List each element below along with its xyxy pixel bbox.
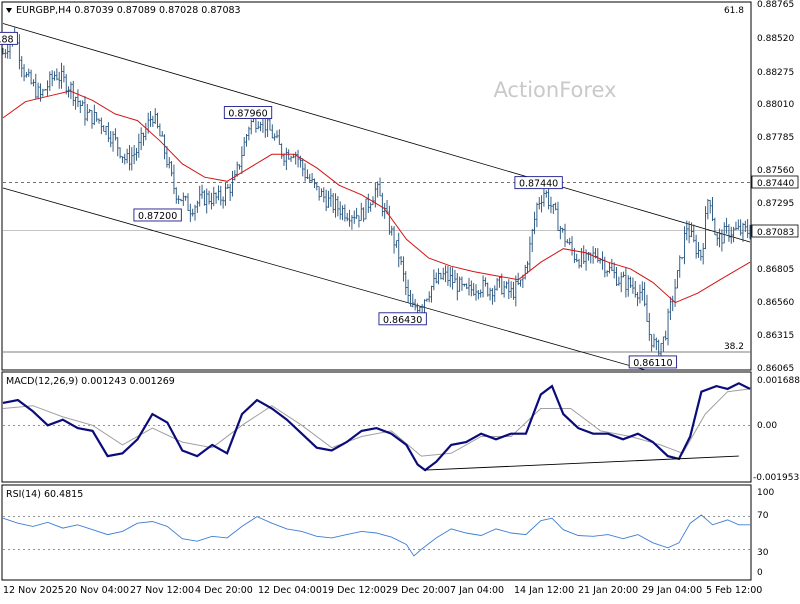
price-tick-4: 0.87785 [757,133,794,143]
price-label-0: 0.88 [0,34,14,45]
time-label-1: 20 Nov 04:00 [65,585,129,596]
time-label-2: 27 Nov 12:00 [130,585,194,596]
marked-level-value: 0.87440 [757,179,794,189]
fib-382-label: 38.2 [724,342,744,352]
price-label-1: 0.87960 [228,109,267,120]
macd-title: MACD(12,26,9) 0.001243 0.001269 [6,376,175,387]
time-label-5: 19 Dec 12:00 [322,585,386,596]
fib-618-label: 61.8 [724,6,744,16]
rsi-title: RSI(14) 60.4815 [6,489,83,500]
price-label-2: 0.87200 [138,211,177,222]
price-label-3: 0.86430 [383,315,422,326]
price-label-4: 0.87440 [519,179,558,190]
time-label-8: 14 Jan 12:00 [514,585,574,596]
time-label-7: 7 Jan 04:00 [450,585,504,596]
current-price-value: 0.87083 [757,228,794,238]
time-label-9: 21 Jan 20:00 [578,585,638,596]
price-tick-1: 0.88520 [757,34,794,44]
macd-tick-zero: 0.00 [757,421,777,431]
price-tick-0: 0.88765 [757,0,794,10]
chart-window: ActionForex EURGBP,H4 0.87039 0.87089 0.… [0,0,800,600]
watermark: ActionForex [493,78,616,102]
time-label-10: 29 Jan 04:00 [642,585,702,596]
price-tick-6: 0.87295 [757,199,794,209]
price-tick-3: 0.88010 [757,100,794,110]
rsi-tick-0: 0 [757,568,763,578]
time-label-11: 5 Feb 12:00 [706,585,762,596]
time-label-3: 4 Dec 20:00 [195,585,253,596]
price-label-5: 0.86110 [633,358,672,369]
price-tick-2: 0.88275 [757,68,794,78]
macd-tick-bottom: -0.001953 [753,473,799,483]
rsi-tick-30: 30 [757,548,769,558]
chart-canvas: ActionForex EURGBP,H4 0.87039 0.87089 0.… [0,0,800,600]
price-tick-10: 0.86065 [757,364,794,374]
price-tick-7: 0.86805 [757,265,794,275]
time-label-6: 29 Dec 20:00 [386,585,450,596]
background [0,0,800,600]
price-tick-5: 0.87560 [757,166,794,176]
rsi-tick-70: 70 [757,511,769,521]
macd-tick-top: 0.001688 [757,376,800,386]
time-label-4: 12 Dec 04:00 [258,585,322,596]
symbol-ohlc-readout: EURGBP,H4 0.87039 0.87089 0.87028 0.8708… [16,5,241,16]
rsi-tick-100: 100 [757,488,774,498]
time-label-0: 12 Nov 2025 [3,585,64,596]
price-tick-9: 0.86315 [757,331,794,341]
price-tick-8: 0.86560 [757,298,794,308]
time-axis: 12 Nov 2025 20 Nov 04:00 27 Nov 12:00 4 … [3,585,762,596]
